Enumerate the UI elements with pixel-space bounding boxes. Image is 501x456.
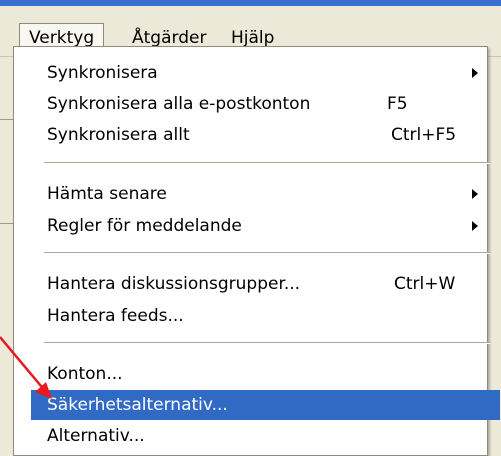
menu-item-shortcut: Ctrl+W (394, 274, 456, 294)
menu-item-label: Synkronisera (47, 63, 158, 83)
menu-item-shortcut: F5 (387, 94, 408, 114)
menu-item-hantera-feeds[interactable]: Hantera feeds... (27, 301, 487, 331)
verktyg-dropdown-menu: Synkronisera Synkronisera alla e-postkon… (13, 46, 500, 456)
background-window-left (0, 57, 13, 456)
menu-item-regler-for-meddelande[interactable]: Regler för meddelande (27, 211, 487, 241)
submenu-arrow-icon (472, 189, 478, 199)
menu-item-synkronisera[interactable]: Synkronisera (27, 58, 487, 88)
menu-item-synkronisera-allt[interactable]: Synkronisera allt Ctrl+F5 (27, 120, 487, 150)
menu-separator (44, 342, 491, 344)
menu-item-label: Hämta senare (47, 184, 167, 204)
menu-item-sakerhetsalternativ[interactable]: Säkerhetsalternativ... (31, 390, 500, 420)
menu-item-hamta-senare[interactable]: Hämta senare (27, 179, 487, 209)
menu-item-label: Säkerhetsalternativ... (47, 395, 228, 415)
menu-item-label: Regler för meddelande (47, 216, 242, 236)
menu-item-shortcut: Ctrl+F5 (391, 125, 457, 145)
menu-item-hantera-diskussionsgrupper[interactable]: Hantera diskussionsgrupper... Ctrl+W (27, 269, 487, 299)
menu-separator (44, 162, 491, 164)
menu-item-label: Alternativ... (47, 426, 145, 446)
menu-item-label: Konton... (47, 364, 123, 384)
menu-item-alternativ[interactable]: Alternativ... (27, 421, 487, 451)
menu-item-label: Synkronisera allt (47, 125, 190, 145)
submenu-arrow-icon (472, 68, 478, 78)
submenu-arrow-icon (472, 221, 478, 231)
menu-item-synkronisera-alla-e-postkonton[interactable]: Synkronisera alla e-postkonton F5 (27, 89, 487, 119)
menu-item-label: Hantera diskussionsgrupper... (47, 274, 301, 294)
menu-item-konton[interactable]: Konton... (27, 359, 487, 389)
menu-item-label: Synkronisera alla e-postkonton (47, 94, 311, 114)
menu-separator (44, 252, 491, 254)
menu-item-label: Hantera feeds... (47, 306, 184, 326)
